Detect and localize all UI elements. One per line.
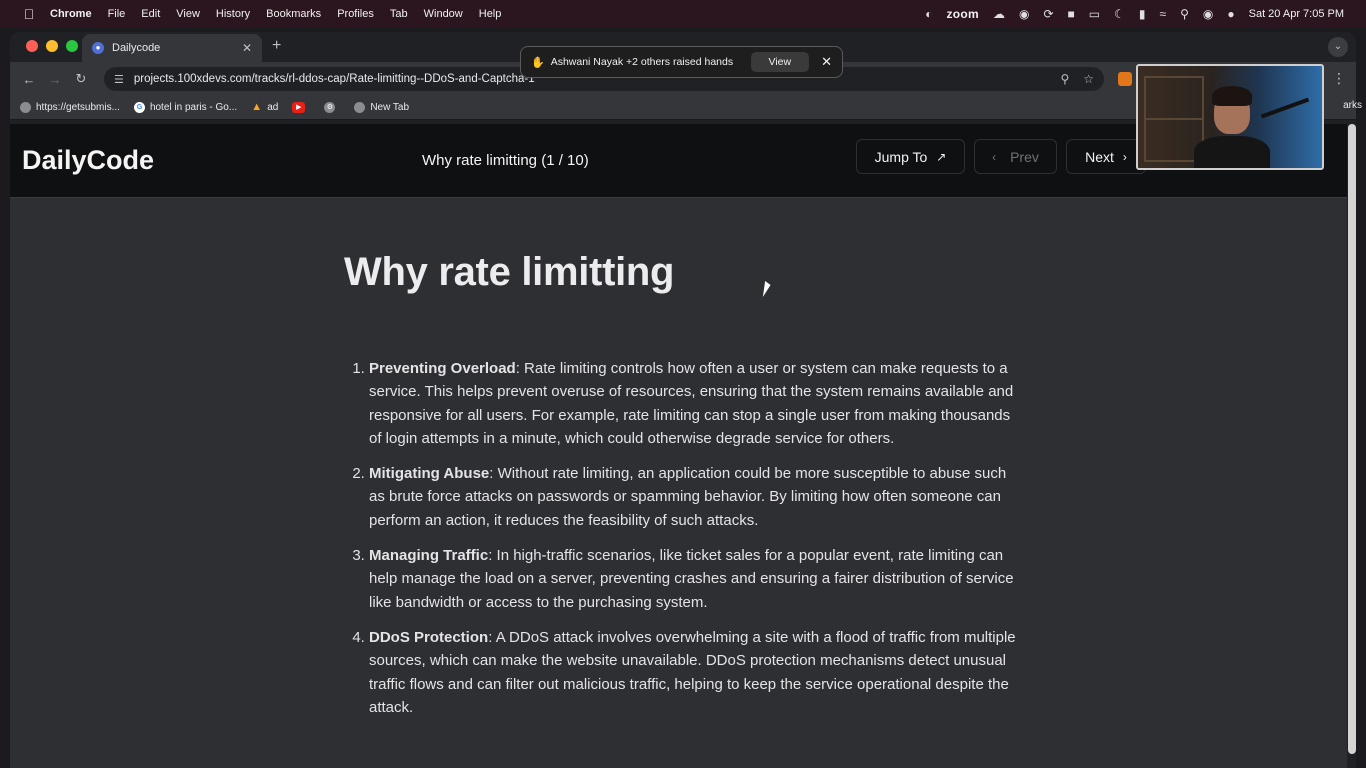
bookmark-hotel-paris[interactable]: G hotel in paris - Go... [133,102,238,113]
list-item-term: Preventing Overload [369,360,516,377]
bookmark-ad[interactable]: ▲ ad [251,101,279,114]
menu-window[interactable]: Window [424,8,463,20]
zoom-icon[interactable]: ⚲ [1060,72,1069,86]
next-button[interactable]: Next › [1066,139,1146,174]
wifi-icon[interactable]: ≈ [1159,7,1166,21]
menu-file[interactable]: File [108,8,126,20]
next-label: Next [1085,148,1114,165]
list-item: Managing Traffic: In high-traffic scenar… [369,544,1024,614]
menu-profiles[interactable]: Profiles [337,8,374,20]
bookmark-gear[interactable]: ⚙ [324,102,340,113]
sync-icon[interactable]: ⟳ [1043,7,1053,21]
cloud-icon[interactable]: ☁ [993,7,1005,21]
bookmark-youtube[interactable]: ▶ [292,102,310,113]
macos-menu-bar:  Chrome File Edit View History Bookmark… [0,0,1366,28]
fire-icon: ▲ [251,101,263,113]
bookmark-label: https://getsubmis... [36,102,120,113]
arrow-up-right-icon: ↗ [936,149,947,164]
tab-search-icon[interactable]: ⌄ [1328,37,1348,57]
jump-to-button[interactable]: Jump To ↗ [856,139,965,174]
menu-app-chrome[interactable]: Chrome [50,8,92,20]
globe-icon[interactable]: ◉ [1019,7,1029,21]
reasons-list: Preventing Overload: Rate limiting contr… [344,357,1024,719]
page-title: Why rate limitting [344,250,675,294]
chrome-menu-icon[interactable]: ⋮ [1332,70,1346,87]
microphone-arm [1260,97,1310,119]
lesson-title: Why rate limitting (1 / 10) [422,152,589,169]
siri-icon[interactable]: ● [1227,7,1234,21]
bookmark-label: ad [267,102,279,113]
control-center-icon[interactable]: ◉ [1203,7,1213,21]
chevron-left-icon: ‹ [992,149,997,164]
dailycode-favicon-icon: ● [92,42,104,54]
close-tab-icon[interactable]: ✕ [242,41,252,55]
list-item-term: Managing Traffic [369,547,489,565]
list-item: Preventing Overload: Rate limiting contr… [369,357,1024,450]
menu-view[interactable]: View [176,8,200,20]
metamask-extension-icon[interactable] [1118,72,1132,86]
zoom-video-thumbnail[interactable] [1136,64,1324,170]
screen-share-icon[interactable]: ◐ [925,7,932,21]
bookmark-label: hotel in paris - Go... [149,102,238,113]
notification-text: Ashwani Nayak +2 others raised hands [550,56,734,68]
all-bookmarks-label[interactable]: arks [1343,100,1362,111]
battery-icon[interactable]: ▮ [1139,7,1146,21]
article-content: Why rate limitting Preventing Overload: … [344,250,1024,731]
presenter-body [1194,136,1270,168]
raised-hand-icon: ✋ [531,56,545,69]
list-item: Mitigating Abuse: Without rate limiting,… [369,462,1024,532]
status-area: ◐ zoom ☁ ◉ ⟳ ■ ▭ ☾ ▮ ≈ ⚲ ◉ ● Sat 20 Apr … [925,0,1344,28]
menu-edit[interactable]: Edit [141,8,160,20]
list-item: DDoS Protection: A DDoS attack involves … [369,626,1024,719]
forward-button[interactable]: → [42,72,68,87]
prev-button[interactable]: ‹ Prev [974,139,1057,174]
prev-label: Prev [1010,148,1039,165]
list-item-term: Mitigating Abuse [369,465,490,483]
moon-icon[interactable]: ☾ [1114,7,1125,21]
jump-to-label: Jump To [874,148,928,165]
zoom-status-label[interactable]: zoom [946,7,979,21]
presenter-hair [1212,86,1252,106]
menu-bookmarks[interactable]: Bookmarks [266,8,321,20]
menu-tab[interactable]: Tab [390,8,408,20]
window-controls [26,40,78,52]
gear-icon: ⚙ [324,102,336,113]
extension-icon[interactable]: ■ [1068,7,1075,21]
apple-icon[interactable]:  [14,6,44,22]
youtube-icon: ▶ [292,102,306,113]
globe-icon [20,102,31,113]
close-window-button[interactable] [26,40,38,52]
list-item-term: DDoS Protection [369,628,489,646]
tab-title: Dailycode [112,42,161,54]
view-button[interactable]: View [750,52,810,72]
page-scrollbar[interactable] [1348,124,1356,754]
bookmark-getsubmis[interactable]: https://getsubmis... [20,102,120,113]
minimize-window-button[interactable] [46,40,58,52]
display-icon[interactable]: ▭ [1089,7,1100,21]
menu-help[interactable]: Help [479,8,502,20]
zoom-raised-hands-notification: ✋ Ashwani Nayak +2 others raised hands V… [520,46,843,78]
bookmark-star-icon[interactable]: ☆ [1083,72,1094,86]
chevron-right-icon: › [1122,149,1127,164]
new-tab-button[interactable]: + [272,37,281,55]
site-settings-icon[interactable]: ☰ [114,73,124,86]
bookmark-new-tab[interactable]: New Tab [354,102,409,113]
tab-dailycode[interactable]: ● Dailycode ✕ [82,34,262,62]
search-icon[interactable]: ⚲ [1180,7,1189,21]
globe-icon [354,102,366,113]
close-icon[interactable]: ✕ [821,54,832,70]
bookmark-label: New Tab [370,102,410,113]
reload-button[interactable]: ↻ [68,71,94,87]
back-button[interactable]: ← [16,72,42,87]
brand-logo[interactable]: DailyCode [22,145,154,176]
menu-history[interactable]: History [216,8,250,20]
menu-clock[interactable]: Sat 20 Apr 7:05 PM [1249,8,1344,20]
page-viewport: DailyCode Why rate limitting (1 / 10) Ju… [10,124,1347,768]
google-icon: G [133,102,145,113]
maximize-window-button[interactable] [66,40,78,52]
